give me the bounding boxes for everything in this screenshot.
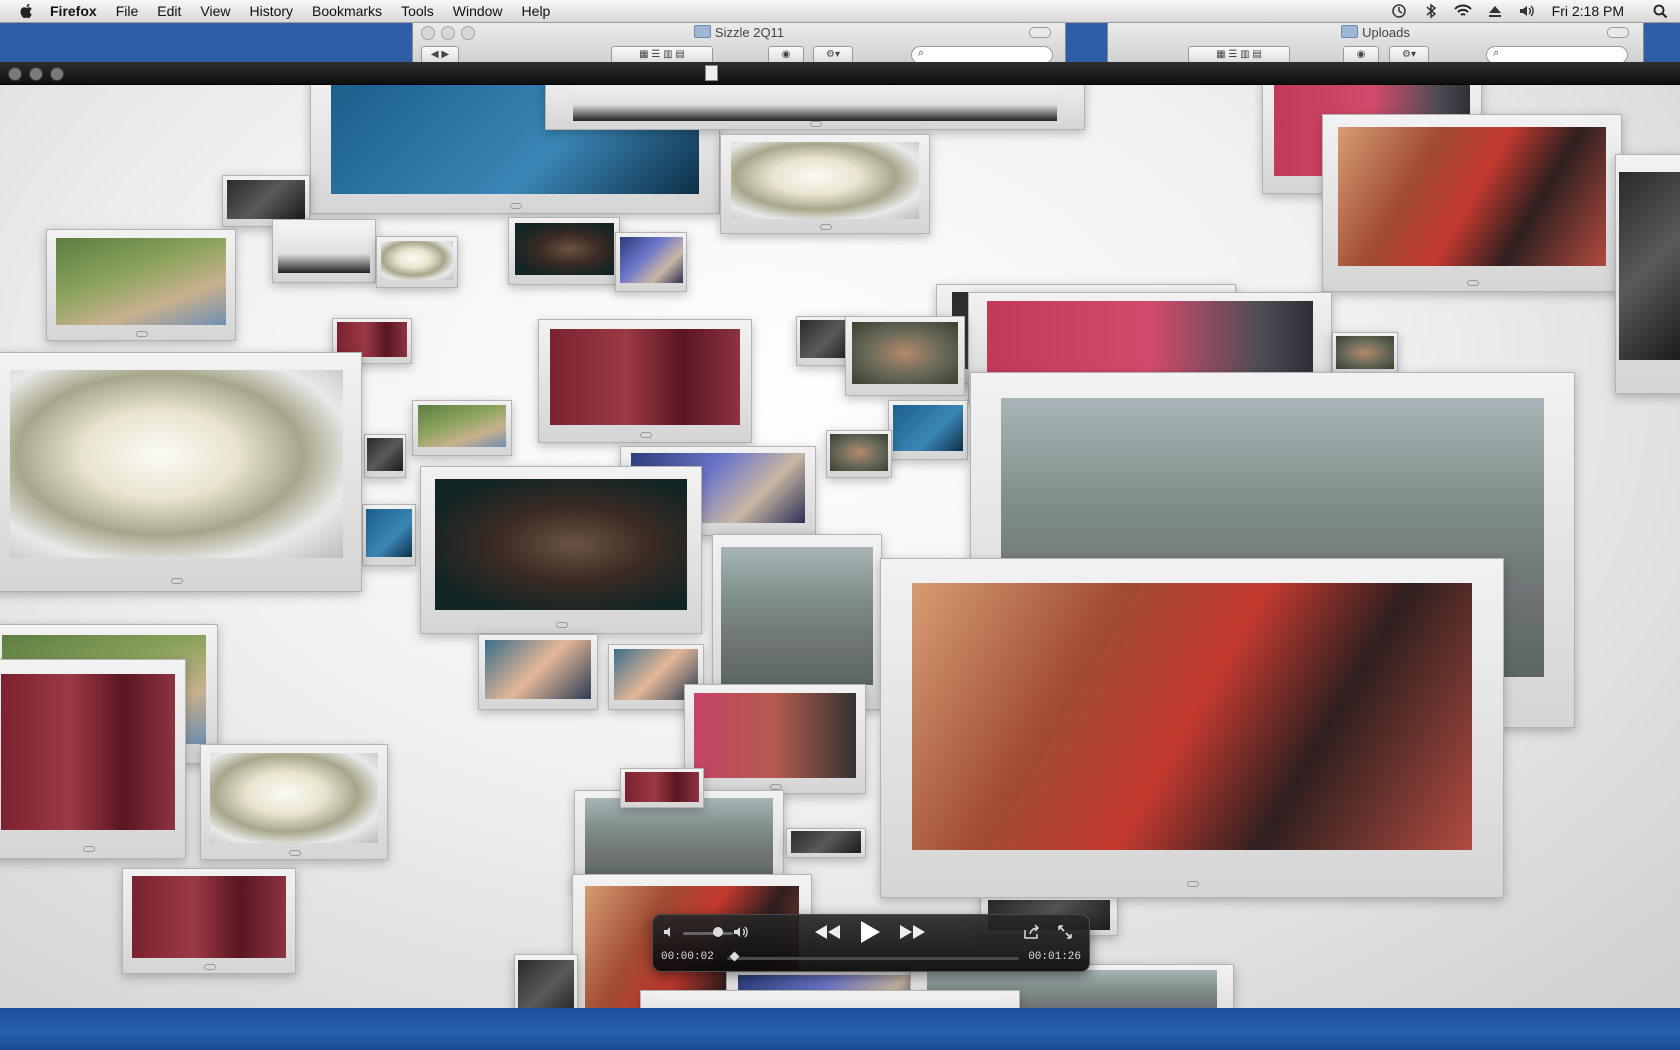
video-thumbnail	[615, 232, 687, 292]
video-thumbnail	[376, 236, 458, 288]
total-duration: 00:01:26	[1028, 951, 1081, 963]
menu-tools[interactable]: Tools	[401, 3, 434, 19]
video-thumbnail	[888, 400, 968, 460]
share-icon[interactable]	[1023, 924, 1041, 940]
menu-view[interactable]: View	[200, 3, 230, 19]
video-thumbnail	[845, 316, 965, 396]
video-thumbnail	[786, 828, 866, 858]
video-thumbnail	[122, 868, 296, 974]
folder-icon	[1341, 25, 1359, 38]
video-thumbnail	[826, 430, 892, 478]
volume-slider-knob[interactable]	[713, 927, 723, 937]
video-thumbnail	[508, 217, 620, 285]
video-thumbnail	[514, 954, 578, 1008]
player-minimize-button[interactable]	[29, 67, 43, 81]
search-icon: ⌕	[1493, 47, 1500, 59]
finder-title: Sizzle 2Q11	[413, 25, 1065, 40]
video-thumbnail	[420, 466, 702, 634]
folder-icon	[693, 25, 711, 38]
menu-window[interactable]: Window	[453, 3, 503, 19]
video-thumbnail	[46, 229, 236, 341]
play-button[interactable]	[859, 919, 881, 945]
video-thumbnail	[362, 504, 416, 566]
toolbar-toggle-button[interactable]	[1029, 27, 1051, 38]
menu-clock[interactable]: Fri 2:18 PM	[1552, 3, 1624, 19]
player-zoom-button[interactable]	[50, 67, 64, 81]
video-thumbnail	[0, 659, 186, 859]
scrubber-track[interactable]	[727, 957, 1019, 960]
fast-forward-button[interactable]	[899, 923, 927, 941]
player-close-button[interactable]	[8, 67, 22, 81]
toolbar-toggle-button[interactable]	[1607, 27, 1629, 38]
finder-title: Uploads	[1108, 25, 1643, 40]
menu-file[interactable]: File	[116, 3, 139, 19]
video-frame[interactable]	[0, 84, 1680, 1008]
video-player-window[interactable]: 00:00:02 00:01:26	[0, 62, 1680, 1008]
video-thumbnail	[0, 352, 362, 592]
video-thumbnail	[620, 768, 704, 808]
apple-menu-icon[interactable]	[18, 2, 36, 20]
app-menu-firefox[interactable]: Firefox	[50, 3, 97, 19]
status-menus: Fri 2:18 PM	[1376, 0, 1670, 22]
bluetooth-icon[interactable]	[1422, 3, 1440, 19]
current-time: 00:00:02	[661, 951, 714, 963]
menu-help[interactable]: Help	[522, 3, 551, 19]
volume-icon[interactable]	[1518, 3, 1536, 19]
video-thumbnail	[1615, 154, 1680, 394]
video-thumbnail	[200, 744, 388, 860]
finder-window-sizzle[interactable]: Sizzle 2Q11 ◀ ▶ ▦ ☰ ▥ ▤ ◉ ⚙▾ ⌕	[412, 22, 1066, 65]
video-thumbnail	[684, 684, 866, 794]
wifi-icon[interactable]	[1453, 3, 1472, 19]
time-machine-icon[interactable]	[1390, 3, 1408, 19]
video-thumbnail	[640, 990, 1020, 1008]
video-thumbnail	[545, 84, 1085, 130]
volume-slider[interactable]	[683, 932, 733, 935]
video-thumbnail	[272, 219, 376, 283]
volume-high-icon[interactable]	[733, 924, 751, 940]
playback-controls[interactable]: 00:00:02 00:01:26	[652, 914, 1090, 972]
eject-icon[interactable]	[1486, 3, 1504, 19]
rewind-button[interactable]	[813, 923, 841, 941]
search-icon: ⌕	[918, 47, 925, 59]
video-thumbnail	[538, 319, 752, 443]
video-thumbnail	[1322, 114, 1622, 292]
video-thumbnail	[720, 134, 930, 234]
video-thumbnail	[1332, 332, 1398, 376]
spotlight-icon[interactable]	[1652, 3, 1670, 19]
menu-bookmarks[interactable]: Bookmarks	[312, 3, 382, 19]
player-titlebar[interactable]	[0, 62, 1680, 85]
video-thumbnail	[478, 634, 598, 710]
video-thumbnail	[364, 434, 406, 478]
menu-edit[interactable]: Edit	[157, 3, 181, 19]
desktop-bottom-edge	[0, 1008, 1680, 1050]
video-thumbnail	[412, 400, 512, 456]
fullscreen-icon[interactable]	[1057, 924, 1073, 940]
volume-low-icon[interactable]	[663, 925, 677, 939]
document-proxy-icon[interactable]	[705, 65, 718, 81]
finder-window-uploads[interactable]: Uploads ▦ ☰ ▥ ▤ ◉ ⚙▾ ⌕	[1107, 22, 1644, 65]
menu-history[interactable]: History	[249, 3, 293, 19]
video-thumbnail	[880, 558, 1504, 898]
menu-bar: Firefox File Edit View History Bookmarks…	[0, 0, 1680, 23]
